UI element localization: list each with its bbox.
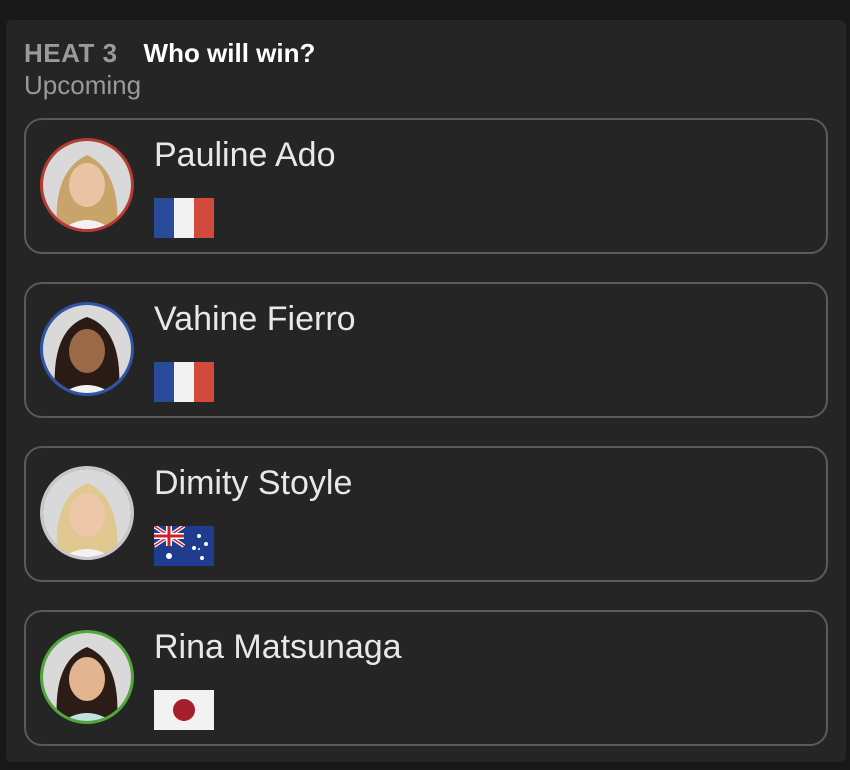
heat-status: Upcoming [24,70,142,100]
prediction-question: Who will win? [143,38,316,68]
surfer-option-card[interactable]: Vahine Fierro [24,282,828,418]
surfer-avatar [40,630,134,724]
france-flag [154,362,214,402]
surfer-name: Pauline Ado [154,136,336,174]
france-flag [154,198,214,238]
surfer-option-card[interactable]: Dimity Stoyle [24,446,828,582]
heat-label: HEAT 3 [24,38,118,68]
surfer-list: Pauline Ado Vahine Fierro Dimity Stoyle … [24,118,828,746]
surfer-avatar [40,466,134,560]
surfer-avatar [40,138,134,232]
surfer-name: Rina Matsunaga [154,628,402,666]
heat-panel: HEAT 3 Who will win? Upcoming Pauline Ad… [6,20,846,762]
surfer-name: Vahine Fierro [154,300,356,338]
surfer-avatar [40,302,134,396]
heat-header: HEAT 3 Who will win? Upcoming [24,38,315,101]
australia-flag [154,526,214,566]
japan-flag [154,690,214,730]
surfer-name: Dimity Stoyle [154,464,353,502]
surfer-option-card[interactable]: Pauline Ado [24,118,828,254]
surfer-option-card[interactable]: Rina Matsunaga [24,610,828,746]
